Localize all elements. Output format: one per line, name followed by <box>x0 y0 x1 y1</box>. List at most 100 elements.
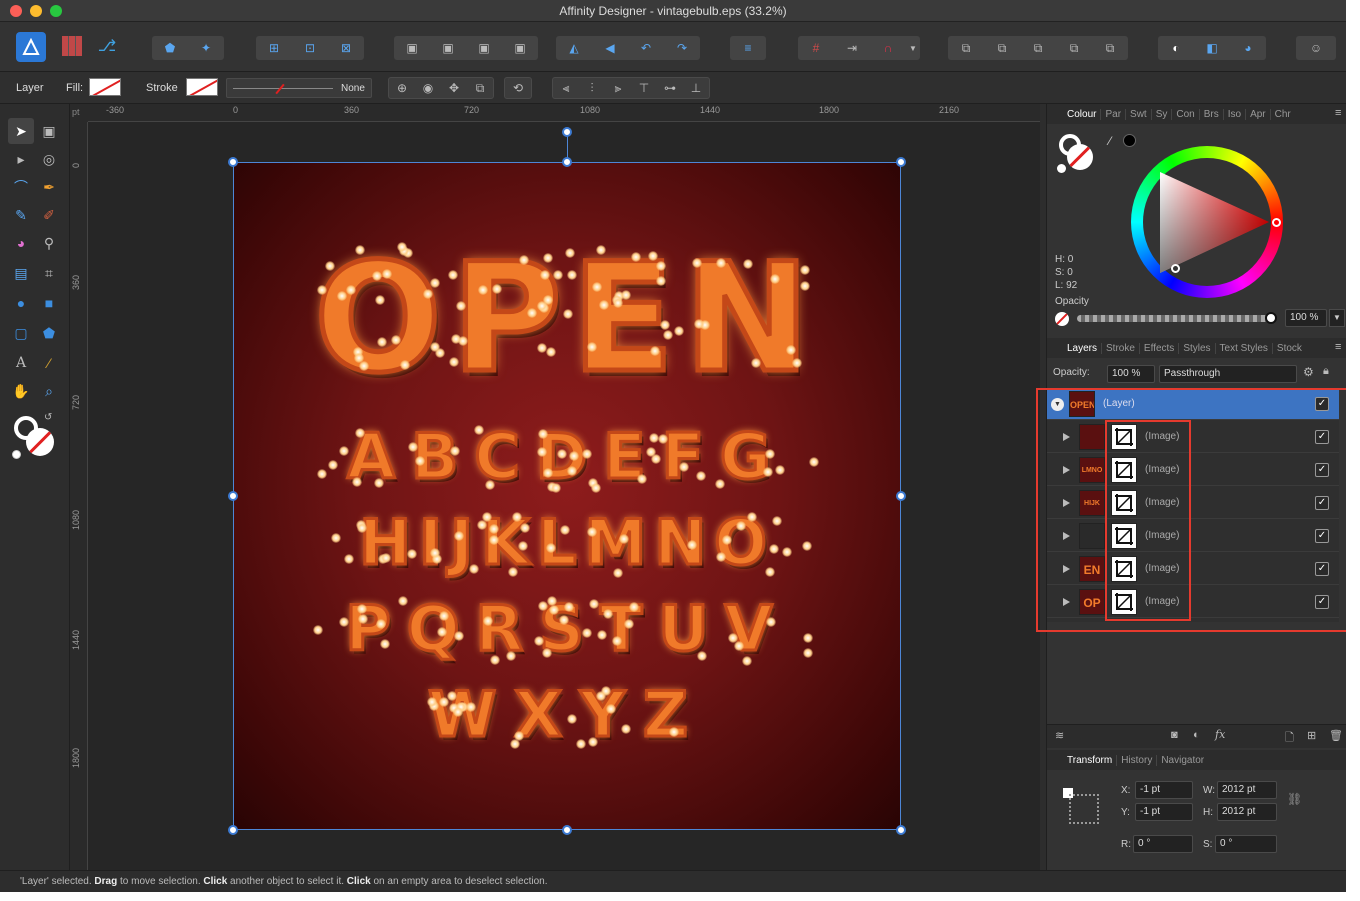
chevron-down-icon[interactable]: ▼ <box>906 36 920 60</box>
eye-icon[interactable]: ◉ <box>415 78 441 98</box>
stroke-width-slider[interactable]: None <box>226 78 372 98</box>
eyedropper-tool-icon[interactable]: ⁄ <box>36 350 62 376</box>
ellipse-tool-icon[interactable]: ● <box>8 290 34 316</box>
tab-paragraph[interactable]: Par <box>1101 108 1127 120</box>
tab-layers[interactable]: Layers <box>1063 342 1103 354</box>
trash-icon[interactable]: 🗑︎ <box>1329 729 1343 742</box>
saturation-marker[interactable] <box>1171 264 1180 273</box>
add-boolean-icon[interactable]: ⧉ <box>948 36 984 60</box>
opacity-slider[interactable] <box>1077 315 1271 322</box>
transparency-tool-icon[interactable]: ⚲ <box>36 230 62 256</box>
layers-stack-icon[interactable]: ≋ <box>1055 729 1064 742</box>
mask-icon[interactable]: ◙ <box>1171 729 1178 741</box>
tab-transform[interactable]: Transform <box>1063 754 1118 766</box>
tab-history[interactable]: History <box>1117 754 1158 766</box>
layer-settings-icon[interactable]: ⚙ <box>1303 365 1314 379</box>
eyedropper-icon[interactable]: ⁄ <box>1109 134 1111 148</box>
polygon-tool-icon[interactable]: ⬟ <box>36 320 62 346</box>
bucket-icon[interactable]: ⬟ <box>152 36 188 60</box>
visibility-checkbox[interactable]: ✓ <box>1315 430 1329 444</box>
rotation-field[interactable]: 0 ° <box>1133 835 1193 853</box>
tab-styles[interactable]: Styles <box>1179 342 1216 354</box>
hand-tool-icon[interactable]: ✋ <box>8 378 34 404</box>
copy-icon[interactable]: ⧉ <box>467 78 493 98</box>
link-icon[interactable]: ⛓ <box>1287 792 1302 806</box>
tab-stock[interactable]: Stock <box>1273 343 1306 354</box>
tab-swatches[interactable]: Swt <box>1126 108 1152 120</box>
arrange-front-icon[interactable]: ▣ <box>502 36 538 60</box>
place-image-tool-icon[interactable]: ▤ <box>8 260 34 286</box>
colour-wheel[interactable] <box>1131 146 1283 298</box>
layer-row-child[interactable]: EN (Image) ✓ <box>1047 553 1339 585</box>
blend-mode-select[interactable]: Passthrough <box>1159 365 1297 383</box>
rounded-rectangle-tool-icon[interactable]: ▢ <box>8 320 34 346</box>
no-colour-icon[interactable] <box>1055 312 1069 326</box>
resize-handle-b[interactable] <box>562 825 572 835</box>
black-swatch[interactable] <box>1123 134 1136 147</box>
opacity-slider-knob[interactable] <box>1265 312 1277 324</box>
hue-marker[interactable] <box>1272 218 1281 227</box>
layers-menu-icon[interactable]: ≡ <box>1335 341 1341 353</box>
layer-row-child[interactable]: (Image) ✓ <box>1047 520 1339 552</box>
fill-tool-icon[interactable]: ◕ <box>8 230 34 256</box>
tab-character[interactable]: Chr <box>1271 109 1295 120</box>
tab-constraints[interactable]: Con <box>1172 108 1200 120</box>
tab-text-styles[interactable]: Text Styles <box>1216 342 1273 354</box>
visibility-checkbox[interactable]: ✓ <box>1315 529 1329 543</box>
rotate-right-icon[interactable]: ↷ <box>664 36 700 60</box>
resize-handle-tl[interactable] <box>228 157 238 167</box>
align-left-icon[interactable]: ⫷ <box>553 78 579 98</box>
artboard-vintage-bulb[interactable]: OPEN ABCDEFG HIJKLMNO PQRSTUV WXYZ <box>233 162 901 830</box>
flip-v-icon[interactable]: ◀ <box>592 36 628 60</box>
magnet-icon[interactable]: ∩ <box>870 36 906 60</box>
transform-icon[interactable]: ⊠ <box>328 36 364 60</box>
lock-icon[interactable]: 🔒︎ <box>1323 365 1329 378</box>
subtract-boolean-icon[interactable]: ⧉ <box>984 36 1020 60</box>
export-persona-icon[interactable]: ⎇ <box>96 36 118 58</box>
xor-boolean-icon[interactable]: ⧉ <box>1056 36 1092 60</box>
align-top-icon[interactable]: ⊤ <box>631 78 657 98</box>
fx-icon[interactable]: fx <box>1215 728 1225 741</box>
tab-isometric[interactable]: Iso <box>1224 108 1247 120</box>
canvas[interactable]: OPEN ABCDEFG HIJKLMNO PQRSTUV WXYZ <box>88 122 1040 870</box>
arrange-forward-icon[interactable]: ▣ <box>466 36 502 60</box>
contour-tool-icon[interactable]: ◎ <box>36 146 62 172</box>
layer-row-child[interactable]: OP (Image) ✓ <box>1047 586 1339 618</box>
resize-handle-br[interactable] <box>896 825 906 835</box>
brush-tool-icon[interactable]: ✐ <box>36 202 62 228</box>
opacity-field[interactable]: 100 % <box>1285 309 1327 327</box>
flip-h-icon[interactable]: ◭ <box>556 36 592 60</box>
resize-handle-l[interactable] <box>228 491 238 501</box>
visibility-checkbox[interactable]: ✓ <box>1315 595 1329 609</box>
h-field[interactable]: 2012 pt <box>1217 803 1277 821</box>
artboard-tool-icon[interactable]: ▣ <box>36 118 62 144</box>
grid-icon[interactable]: # <box>798 36 834 60</box>
expand-icon[interactable] <box>1063 565 1070 573</box>
divide-boolean-icon[interactable]: ⧉ <box>1092 36 1128 60</box>
rotation-handle[interactable] <box>562 127 572 137</box>
new-layer-icon[interactable]: 🗋︎ <box>1285 729 1294 748</box>
pencil-tool-icon[interactable]: ✎ <box>8 202 34 228</box>
layer-row-child[interactable]: (Image) ✓ <box>1047 421 1339 453</box>
move-icon[interactable]: ✥ <box>441 78 467 98</box>
intersect-boolean-icon[interactable]: ⧉ <box>1020 36 1056 60</box>
paint-icon[interactable]: ✦ <box>188 36 224 60</box>
collapse-icon[interactable]: ▼ <box>1051 398 1064 411</box>
align-middle-icon[interactable]: ⊶ <box>657 78 683 98</box>
designer-persona-icon[interactable] <box>16 32 46 62</box>
minimize-window-button[interactable] <box>30 5 42 17</box>
tab-effects[interactable]: Effects <box>1140 342 1180 354</box>
rectangle-tool-icon[interactable]: ■ <box>36 290 62 316</box>
snap-arrow-icon[interactable]: ⇥ <box>834 36 870 60</box>
rotate-icon[interactable]: ⟲ <box>505 78 531 98</box>
zoom-tool-icon[interactable]: ⌕ <box>36 378 62 404</box>
stroke-swatch[interactable] <box>186 78 218 96</box>
close-window-button[interactable] <box>10 5 22 17</box>
x-field[interactable]: -1 pt <box>1135 781 1193 799</box>
align-icon[interactable]: ≡ <box>730 36 766 60</box>
align-center-icon[interactable]: ⫶ <box>579 78 605 98</box>
visibility-checkbox[interactable]: ✓ <box>1315 397 1329 411</box>
zoom-window-button[interactable] <box>50 5 62 17</box>
tab-appearance[interactable]: Apr <box>1246 108 1271 120</box>
fill-stroke-selector-icon[interactable] <box>1057 132 1101 176</box>
